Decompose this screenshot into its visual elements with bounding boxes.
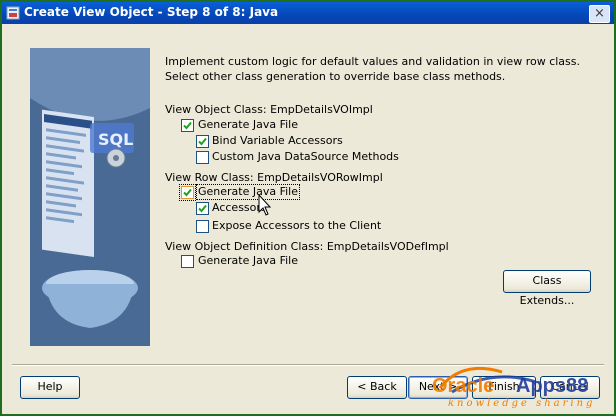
check-icon bbox=[198, 204, 207, 213]
app-icon bbox=[6, 6, 20, 20]
class-extends-button[interactable]: Class Extends... bbox=[503, 270, 591, 307]
brand-oracle-text: Oracle bbox=[432, 375, 494, 397]
expose-accessors-checkbox[interactable] bbox=[196, 220, 209, 233]
custom-datasource-methods-label: Custom Java DataSource Methods bbox=[212, 150, 399, 163]
custom-datasource-methods-checkbox[interactable] bbox=[196, 151, 209, 164]
back-button[interactable]: < Back bbox=[347, 376, 407, 399]
def-generate-java-label: Generate Java File bbox=[198, 254, 299, 267]
bind-variable-accessors-label: Bind Variable Accessors bbox=[212, 134, 343, 147]
wizard-illustration: SQL bbox=[30, 48, 150, 346]
row-generate-java-checkbox[interactable] bbox=[179, 184, 196, 201]
vo-generate-java-label: Generate Java File bbox=[198, 118, 299, 131]
dialog-window: Create View Object - Step 8 of 8: Java × bbox=[0, 0, 616, 416]
brand-tagline: knowledge sharing bbox=[448, 398, 595, 409]
view-object-class-label: View Object Class: EmpDetailsVOImpl bbox=[165, 103, 373, 116]
view-def-class-label: View Object Definition Class: EmpDetails… bbox=[165, 240, 449, 253]
illustration-art: SQL bbox=[30, 48, 150, 346]
bind-variable-accessors-checkbox[interactable] bbox=[196, 135, 209, 148]
row-generate-java-label: Generate Java File bbox=[195, 184, 301, 200]
expose-accessors-label: Expose Accessors to the Client bbox=[212, 219, 382, 232]
check-icon bbox=[183, 121, 192, 130]
step-description: Implement custom logic for default value… bbox=[165, 55, 581, 83]
vo-generate-java-checkbox[interactable] bbox=[181, 119, 194, 132]
mouse-cursor-icon bbox=[258, 194, 272, 216]
view-row-class-label: View Row Class: EmpDetailsVORowImpl bbox=[165, 171, 383, 184]
check-icon bbox=[183, 188, 192, 197]
def-generate-java-checkbox[interactable] bbox=[181, 255, 194, 268]
close-icon: × bbox=[594, 6, 605, 21]
sql-label: SQL bbox=[98, 130, 133, 149]
check-icon bbox=[198, 137, 207, 146]
brand-watermark: Oracle Apps88 knowledge sharing bbox=[432, 366, 595, 409]
accessors-checkbox[interactable] bbox=[196, 202, 209, 215]
close-button[interactable]: × bbox=[589, 5, 610, 23]
help-button[interactable]: Help bbox=[20, 376, 80, 399]
brand-apps-text: Apps88 bbox=[516, 375, 588, 397]
window-title: Create View Object - Step 8 of 8: Java bbox=[24, 5, 279, 19]
title-bar[interactable]: Create View Object - Step 8 of 8: Java × bbox=[2, 2, 614, 24]
